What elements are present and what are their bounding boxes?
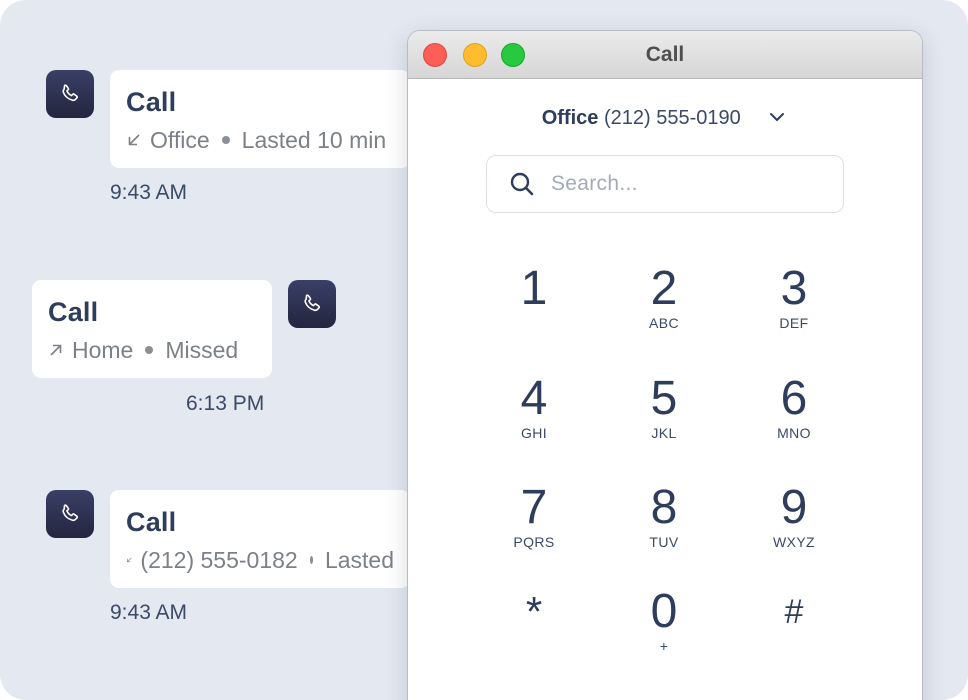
keypad-key-5[interactable]: 5 JKL — [609, 373, 719, 469]
call-log-card[interactable]: Call Home Missed — [32, 280, 272, 378]
phone-avatar — [288, 280, 336, 328]
call-title: Call — [126, 87, 177, 117]
key-letters: DEF — [779, 315, 809, 331]
call-title: Call — [48, 297, 99, 327]
key-digit: 6 — [780, 372, 808, 425]
key-digit: 5 — [650, 372, 678, 425]
call-log-card[interactable]: Call (212) 555-0182 Lasted — [110, 490, 410, 588]
phone-avatar — [46, 490, 94, 538]
key-digit: 8 — [650, 481, 678, 534]
key-letters: ABC — [649, 315, 679, 331]
key-letters: WXYZ — [772, 534, 816, 550]
search-input[interactable] — [549, 171, 813, 197]
keypad-key-7[interactable]: 7 PQRS — [479, 482, 589, 578]
key-digit: 1 — [520, 262, 548, 315]
call-time: 9:43 AM — [110, 181, 188, 204]
keypad-key-hash[interactable]: # — [739, 586, 849, 682]
call-title: Call — [126, 507, 177, 537]
keypad-key-9[interactable]: 9 WXYZ — [739, 482, 849, 578]
call-source: Home — [72, 337, 134, 363]
key-digit: 3 — [780, 262, 808, 315]
separator-dot — [221, 136, 230, 144]
call-source: (212) 555-0182 — [140, 547, 298, 573]
line-name: Office — [541, 107, 599, 129]
keypad-key-8[interactable]: 8 TUV — [609, 482, 719, 578]
keypad-key-3[interactable]: 3 DEF — [739, 263, 849, 359]
outgoing-arrow-icon — [50, 344, 62, 356]
call-source: Office — [150, 127, 210, 153]
key-digit: * — [525, 588, 543, 635]
call-status: Missed — [165, 337, 239, 363]
key-digit: 4 — [520, 372, 548, 425]
keypad-key-4[interactable]: 4 GHI — [479, 373, 589, 469]
key-letters: JKL — [651, 425, 677, 441]
call-details: Home Missed — [48, 336, 256, 364]
separator-dot — [309, 556, 313, 564]
search-box[interactable] — [486, 155, 844, 213]
window-titlebar[interactable]: Call — [408, 31, 922, 79]
call-time: 6:13 PM — [186, 392, 265, 415]
key-letters: MNO — [777, 425, 811, 441]
key-digit: 0 — [650, 585, 678, 638]
line-selector[interactable]: Office (212) 555-0190 — [408, 107, 922, 130]
keypad-key-0[interactable]: 0 + — [609, 586, 719, 682]
phone-icon — [62, 84, 79, 102]
call-details: Office Lasted 10 min — [126, 126, 394, 154]
key-letters: + — [659, 638, 669, 654]
phone-icon — [62, 504, 79, 522]
key-digit: 9 — [780, 481, 808, 534]
chevron-down-icon[interactable] — [766, 106, 788, 128]
key-digit: 7 — [520, 481, 548, 534]
key-letters: TUV — [649, 534, 679, 550]
call-time: 9:43 AM — [110, 601, 188, 624]
dialer-window: Call Office (212) 555-0190 1 2 ABC 3 DEF… — [408, 31, 922, 700]
search-icon — [510, 172, 534, 196]
phone-icon — [304, 294, 321, 312]
separator-dot — [145, 346, 154, 354]
key-letters: PQRS — [513, 534, 555, 550]
keypad-key-2[interactable]: 2 ABC — [609, 263, 719, 359]
incoming-arrow-icon — [127, 557, 132, 563]
desktop-background: Call Office Lasted 10 min 9:43 AM Call H… — [0, 0, 968, 700]
keypad-key-1[interactable]: 1 — [479, 263, 589, 359]
incoming-arrow-icon — [128, 134, 140, 146]
call-status: Lasted — [324, 547, 394, 573]
call-details: (212) 555-0182 Lasted — [126, 546, 394, 574]
key-letters: GHI — [520, 425, 548, 441]
key-digit: 2 — [650, 262, 678, 315]
keypad-key-star[interactable]: * — [479, 586, 589, 682]
keypad-key-6[interactable]: 6 MNO — [739, 373, 849, 469]
call-status: Lasted 10 min — [241, 127, 387, 153]
line-number: (212) 555-0190 — [603, 107, 741, 129]
window-title: Call — [645, 43, 685, 66]
key-digit: # — [784, 593, 804, 631]
phone-avatar — [46, 70, 94, 118]
call-log-card[interactable]: Call Office Lasted 10 min — [110, 70, 410, 168]
